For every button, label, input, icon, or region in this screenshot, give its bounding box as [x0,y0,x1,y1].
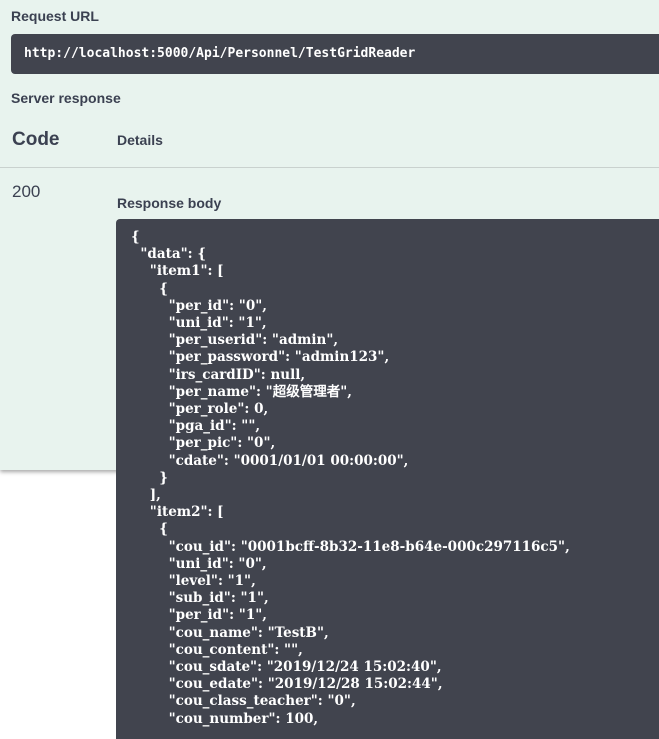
response-body-line: "level": "1", [131,573,256,590]
response-body-line: "uni_id": "0", [131,555,267,572]
status-code: 200 [12,182,41,201]
response-body-line: { [131,521,168,538]
response-body-line: "cou_sdate": "2019/12/24 15:02:40", [131,659,442,676]
response-body-line: { [131,280,168,297]
response-body-line: "per_role": 0, [131,401,269,418]
response-body-line: "per_userid": "admin", [131,332,339,349]
response-body-line: "cou_number": 100, [131,710,319,727]
response-body-line: "cou_class_teacher": "0", [131,693,356,710]
response-body-line: "per_pic": "0", [131,435,276,452]
response-body-line: "per_id": "0", [131,297,267,314]
response-body-line: "cou_edate": "2019/12/28 15:02:44", [131,676,443,693]
response-body-line: "uni_id": "1", [131,315,267,332]
response-body-line: "sub_id": "1", [131,590,269,607]
response-body-line: "data": { [131,246,207,263]
table-divider [0,167,659,168]
request-url-label: Request URL [11,8,99,24]
response-body-line: ], [131,487,161,504]
server-response-label: Server response [11,90,121,106]
request-url-field[interactable]: http://localhost:5000/Api/Personnel/Test… [11,34,659,74]
response-body-line: "per_name": "超级管理者", [131,383,352,400]
response-body-line: "irs_cardID": null, [131,366,306,383]
response-body-line: "item1": [ [131,263,224,280]
response-body-line: "per_id": "1", [131,607,267,624]
details-column-header: Details [117,132,163,148]
code-column-header: Code [12,129,60,150]
response-body-line: "item2": [ [131,504,224,521]
response-body[interactable]: { "data": { "item1": [ { "per_id": "0", … [116,219,659,739]
response-body-line: "cou_id": "0001bcff-8b32-11e8-b64e-000c2… [131,538,570,555]
response-body-line: "cou_name": "TestB", [131,624,329,641]
response-body-line: "cou_content": "", [131,641,303,658]
response-body-line: "pga_id": "", [131,418,261,435]
response-body-line: } [131,469,168,486]
response-body-label: Response body [117,195,222,211]
response-body-line: "per_password": "admin123", [131,349,390,366]
response-body-line: "cdate": "0001/01/01 00:00:00", [131,452,409,469]
response-body-line: { [131,229,140,245]
